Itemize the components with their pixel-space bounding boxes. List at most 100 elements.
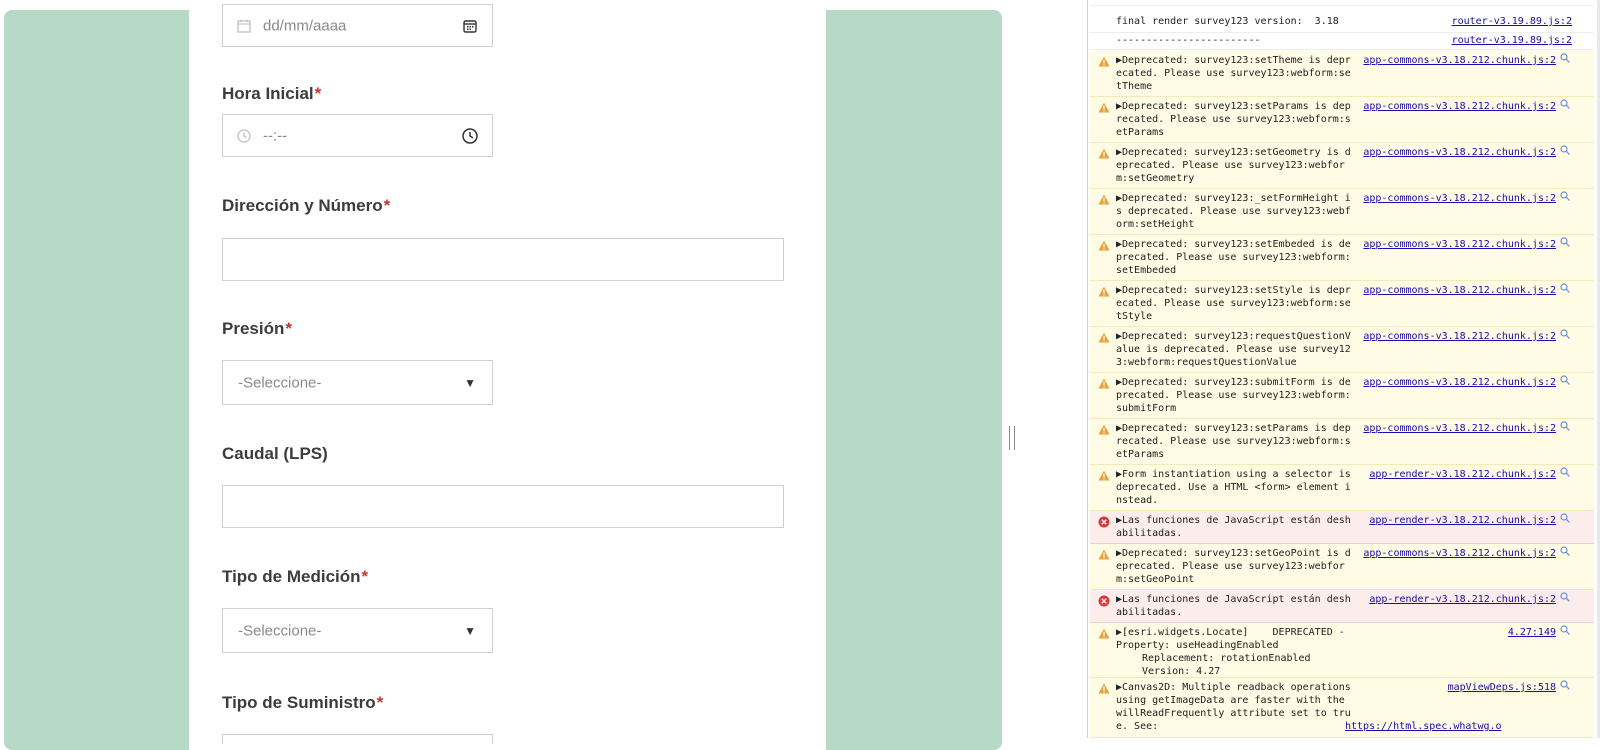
search-icon[interactable] [1560, 191, 1570, 201]
devtools-console: final render survey123 version: 3.18 rout… [1087, 0, 1595, 738]
console-source-link[interactable]: app-commons-v3.18.212.chunk.js:2 [1363, 54, 1556, 67]
console-message-text: ▶Deprecated: survey123:requestQuestionVa… [1116, 331, 1351, 368]
console-message-partial [1090, 0, 1594, 6]
search-icon[interactable] [1560, 592, 1570, 602]
direccion-input[interactable] [222, 238, 784, 281]
console-message-text: ▶Las funciones de JavaScript están desha… [1116, 594, 1351, 618]
console-message-text: ▶Deprecated: survey123:submitForm is dep… [1116, 377, 1351, 414]
console-source-link[interactable]: 4.27:149 [1508, 626, 1556, 639]
spec-link[interactable]: https://html.spec.whatwg.o [1345, 720, 1502, 733]
search-icon[interactable] [1560, 145, 1570, 155]
search-icon[interactable] [1560, 467, 1570, 477]
search-icon[interactable] [1560, 513, 1570, 523]
clock-icon [237, 128, 251, 143]
calendar-picker-icon[interactable] [461, 17, 479, 35]
search-icon[interactable] [1560, 99, 1570, 109]
warning-icon [1098, 286, 1110, 297]
caudal-input[interactable] [222, 485, 784, 528]
console-message-warning[interactable]: ▶Deprecated: survey123:setEmbeded is dep… [1090, 235, 1594, 281]
warning-icon [1098, 56, 1110, 67]
console-source-link[interactable]: app-commons-v3.18.212.chunk.js:2 [1363, 238, 1556, 251]
search-icon[interactable] [1560, 237, 1570, 247]
console-source-link[interactable]: app-commons-v3.18.212.chunk.js:2 [1363, 146, 1556, 159]
tipo-suministro-select[interactable] [222, 734, 493, 744]
warning-icon [1098, 683, 1110, 694]
console-source-link[interactable]: app-commons-v3.18.212.chunk.js:2 [1363, 422, 1556, 435]
console-source-link[interactable]: app-commons-v3.18.212.chunk.js:2 [1363, 330, 1556, 343]
tipo-medicion-selected-value: -Seleccione- [238, 622, 322, 639]
console-message-text: ▶Form instantiation using a selector is … [1116, 469, 1357, 506]
tipo-medicion-select[interactable]: -Seleccione- ▼ [222, 608, 493, 653]
console-message-text: final render survey123 version: 3.18 [1116, 16, 1339, 27]
console-message-text: ▶Deprecated: survey123:setStyle is depre… [1116, 285, 1351, 322]
console-source-link[interactable]: app-commons-v3.18.212.chunk.js:2 [1363, 547, 1556, 560]
console-message-warning[interactable]: ▶Deprecated: survey123:setParams is depr… [1090, 97, 1594, 143]
version-note: Version: 4.27 [1142, 666, 1221, 677]
chevron-down-icon: ▼ [464, 375, 476, 390]
warning-icon [1098, 424, 1110, 435]
console-message-text: ▶Deprecated: survey123:setEmbeded is dep… [1116, 239, 1351, 276]
console-source-link[interactable]: app-render-v3.18.212.chunk.js:2 [1369, 514, 1556, 527]
console-source-link[interactable]: mapViewDeps.js:518 [1448, 681, 1556, 694]
form-background-frame [4, 10, 1002, 750]
console-message-text: ▶Canvas2D: Multiple readback operations … [1116, 682, 1357, 732]
warning-icon [1098, 470, 1110, 481]
search-icon[interactable] [1560, 53, 1570, 63]
pane-splitter[interactable] [1007, 0, 1017, 738]
hora-inicial-input[interactable]: --:-- [222, 114, 493, 157]
search-icon[interactable] [1560, 283, 1570, 293]
console-message-log[interactable]: final render survey123 version: 3.18 rout… [1090, 12, 1594, 33]
error-icon [1098, 595, 1110, 607]
chevron-down-icon: ▼ [464, 623, 476, 638]
search-icon[interactable] [1560, 625, 1570, 635]
search-icon[interactable] [1560, 329, 1570, 339]
console-source-link[interactable]: app-commons-v3.18.212.chunk.js:2 [1363, 192, 1556, 205]
console-source-link[interactable]: router-v3.19.89.js:2 [1452, 15, 1572, 28]
warning-icon [1098, 194, 1110, 205]
console-message-warning[interactable]: ▶Deprecated: survey123:setStyle is depre… [1090, 281, 1594, 327]
date-input[interactable]: dd/mm/aaaa [222, 4, 493, 47]
console-message-warning[interactable]: ▶Deprecated: survey123:_setFormHeight is… [1090, 189, 1594, 235]
warning-icon [1098, 240, 1110, 251]
time-picker-icon[interactable] [461, 127, 479, 145]
warning-icon [1098, 148, 1110, 159]
console-message-warning[interactable]: ▶Deprecated: survey123:setGeometry is de… [1090, 143, 1594, 189]
console-source-link[interactable]: app-commons-v3.18.212.chunk.js:2 [1363, 284, 1556, 297]
console-message-log[interactable]: ------------------------ router-v3.19.89.… [1090, 31, 1594, 50]
console-message-error[interactable]: ▶Las funciones de JavaScript están desha… [1090, 590, 1594, 623]
search-icon[interactable] [1560, 546, 1570, 556]
console-message-warning[interactable]: ▶Deprecated: survey123:setTheme is depre… [1090, 51, 1594, 97]
console-message-warning[interactable]: ▶Deprecated: survey123:setParams is depr… [1090, 419, 1594, 465]
console-source-link[interactable]: app-render-v3.18.212.chunk.js:2 [1369, 593, 1556, 606]
replacement-note: Replacement: rotationEnabled [1142, 653, 1311, 664]
console-message-error[interactable]: ▶Las funciones de JavaScript están desha… [1090, 511, 1594, 544]
console-message-text: ▶Deprecated: survey123:setGeoPoint is de… [1116, 548, 1351, 585]
console-source-link[interactable]: app-commons-v3.18.212.chunk.js:2 [1363, 376, 1556, 389]
console-source-link[interactable]: app-render-v3.18.212.chunk.js:2 [1369, 468, 1556, 481]
search-icon[interactable] [1560, 680, 1570, 690]
console-message-text: ▶Deprecated: survey123:setTheme is depre… [1116, 55, 1351, 92]
console-message-warning[interactable]: ▶Deprecated: survey123:setGeoPoint is de… [1090, 544, 1594, 590]
search-icon[interactable] [1560, 375, 1570, 385]
console-message-text: ▶Deprecated: survey123:setParams is depr… [1116, 423, 1351, 460]
console-message-warning[interactable]: ▶[esri.widgets.Locate] DEPRECATED - Prop… [1090, 623, 1594, 678]
hora-inicial-placeholder: --:-- [263, 127, 288, 144]
console-message-warning[interactable]: ▶Canvas2D: Multiple readback operations … [1090, 678, 1594, 738]
splitter-grip-icon[interactable] [1009, 426, 1015, 450]
warning-icon [1098, 102, 1110, 113]
console-source-link[interactable]: router-v3.19.89.js:2 [1452, 34, 1572, 47]
console-message-warning[interactable]: ▶Form instantiation using a selector is … [1090, 465, 1594, 511]
tipo-suministro-label: Tipo de Suministro* [222, 693, 384, 712]
presion-selected-value: -Seleccione- [238, 374, 322, 391]
console-message-text: ▶Deprecated: survey123:_setFormHeight is… [1116, 193, 1351, 230]
warning-icon [1098, 628, 1110, 639]
console-message-text: ▶[esri.widgets.Locate] DEPRECATED - Prop… [1116, 627, 1351, 651]
error-icon [1098, 516, 1110, 528]
console-source-link[interactable]: app-commons-v3.18.212.chunk.js:2 [1363, 100, 1556, 113]
console-message-warning[interactable]: ▶Deprecated: survey123:submitForm is dep… [1090, 373, 1594, 419]
console-message-warning[interactable]: ▶Deprecated: survey123:requestQuestionVa… [1090, 327, 1594, 373]
calendar-icon [237, 19, 251, 33]
tipo-medicion-label: Tipo de Medición* [222, 567, 369, 586]
search-icon[interactable] [1560, 421, 1570, 431]
presion-select[interactable]: -Seleccione- ▼ [222, 360, 493, 405]
